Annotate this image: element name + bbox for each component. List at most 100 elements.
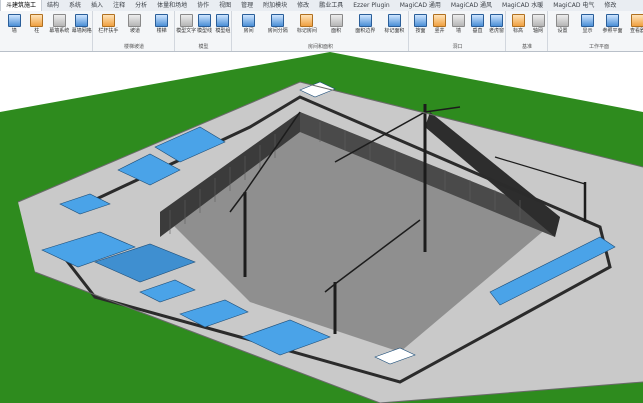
ribbon-tab[interactable]: MagiCAD 通用: [395, 0, 446, 11]
tool-icon: [531, 14, 545, 27]
ribbon-button-label: 显示: [582, 28, 593, 34]
ribbon-button-label: 坡道: [129, 28, 140, 34]
ribbon-button-label: 幕墙系统: [49, 28, 70, 34]
ribbon-button[interactable]: 楼梯: [149, 14, 174, 34]
tool-icon: [471, 14, 484, 27]
ribbon-button[interactable]: 栏杆扶手: [96, 14, 121, 34]
ribbon-button[interactable]: 垂直: [469, 14, 486, 34]
ribbon-tab[interactable]: 体量和场地: [152, 0, 192, 11]
ribbon-group-label: 楼梯坡道: [123, 44, 144, 50]
ribbon-button-label: 房间分隔: [267, 28, 288, 34]
ribbon-group-label: 基准: [521, 44, 532, 50]
ribbon-group-label: 房间和面积: [307, 44, 333, 50]
ribbon-button[interactable]: 房间: [235, 14, 262, 34]
ribbon-tab[interactable]: Ezzer Plugin: [348, 0, 395, 11]
ribbon-button[interactable]: 设置: [551, 14, 574, 34]
ribbon-group: 标高 轴网基准: [507, 11, 548, 51]
tool-icon: [433, 14, 446, 27]
3d-viewport[interactable]: [0, 52, 643, 403]
tool-icon: [631, 14, 643, 27]
tool-icon: [387, 14, 401, 27]
ribbon-button[interactable]: 模型组: [215, 14, 231, 34]
ribbon-button-label: 竖井: [434, 28, 445, 34]
ribbon-button-label: 栏杆扶手: [98, 28, 119, 34]
ribbon-button[interactable]: 参照平面: [601, 14, 624, 34]
ribbon-button-label: 标高: [512, 28, 523, 34]
ribbon-group: 按面 竖井 墙 垂直 老虎窗洞口: [410, 11, 506, 51]
ribbon-button[interactable]: 坡道: [123, 14, 148, 34]
ribbon-tab[interactable]: 斗建筑施工: [0, 0, 43, 11]
ribbon-button-label: 查看器: [629, 28, 643, 34]
ribbon-group-label: 洞口: [452, 44, 463, 50]
ribbon-button-label: 模型文字: [176, 28, 197, 34]
ribbon-tab[interactable]: 修改: [292, 0, 314, 11]
tool-icon: [216, 14, 230, 27]
ribbon-button-label: 按面: [415, 28, 426, 34]
ribbon-button[interactable]: 按面: [412, 14, 429, 34]
tool-icon: [329, 14, 343, 27]
tool-icon: [197, 14, 211, 27]
ribbon-button[interactable]: 墙: [4, 14, 25, 34]
ribbon-tab[interactable]: 注释: [108, 0, 130, 11]
ribbon-group: 模型文字 模型线 模型组模型: [176, 11, 232, 51]
ribbon-button[interactable]: 模型文字: [176, 14, 197, 34]
ribbon-button[interactable]: 标记房间: [293, 14, 320, 34]
ribbon-button[interactable]: 面积边界: [352, 14, 379, 34]
ribbon-button[interactable]: 房间分隔: [264, 14, 291, 34]
ribbon-button[interactable]: 标高: [509, 14, 527, 34]
tool-icon: [7, 14, 21, 27]
tool-icon: [271, 14, 285, 27]
tool-icon: [452, 14, 465, 27]
ribbon-button[interactable]: 柱: [27, 14, 48, 34]
ribbon-button[interactable]: 面积: [323, 14, 350, 34]
tool-icon: [300, 14, 314, 27]
ribbon-button-label: 模型线: [196, 28, 212, 34]
ribbon-group: 栏杆扶手 坡道 楼梯楼梯坡道: [94, 11, 175, 51]
ribbon-button-label: 老虎窗: [488, 28, 504, 34]
ribbon-tab[interactable]: 视图: [214, 0, 236, 11]
ribbon-button-label: 墙: [455, 28, 461, 34]
ribbon-button[interactable]: 墙: [450, 14, 467, 34]
ribbon-tab[interactable]: 协作: [192, 0, 214, 11]
tool-icon: [511, 14, 525, 27]
tool-icon: [556, 14, 569, 27]
ribbon-button-label: 轴网: [532, 28, 543, 34]
ribbon-button[interactable]: 轴网: [529, 14, 547, 34]
ribbon-button[interactable]: 幕墙系统: [49, 14, 70, 34]
tool-icon: [30, 14, 44, 27]
ribbon-button-label: 模型组: [215, 28, 231, 34]
ribbon-tab[interactable]: 系统: [64, 0, 86, 11]
ribbon-button-label: 房间: [243, 28, 254, 34]
ribbon-button[interactable]: 老虎窗: [488, 14, 505, 34]
ribbon-group-label: 模型: [198, 44, 209, 50]
ribbon-tab[interactable]: 分析: [130, 0, 152, 11]
ribbon-button[interactable]: 幕墙网格: [72, 14, 93, 34]
tool-icon: [179, 14, 193, 27]
ribbon-panel: 墙 柱 幕墙系统 幕墙网格 栏杆扶手 坡道 楼梯 楼梯坡道 模型文字 模型线 模型组 模型 房间 房间分隔…: [0, 11, 643, 52]
ribbon-button[interactable]: 竖井: [431, 14, 448, 34]
tool-icon: [242, 14, 256, 27]
ribbon-tab[interactable]: 插入: [86, 0, 108, 11]
ribbon-button-label: 标记面积: [384, 28, 405, 34]
ribbon-button[interactable]: 查看器: [626, 14, 643, 34]
ribbon-tab[interactable]: 管理: [236, 0, 258, 11]
ribbon-tab[interactable]: 附加模块: [258, 0, 292, 11]
ribbon-tab[interactable]: 修改: [599, 0, 621, 11]
ribbon-tab[interactable]: MagiCAD 水暖: [497, 0, 548, 11]
ribbon-tab[interactable]: MagiCAD 电气: [548, 0, 599, 11]
tool-icon: [128, 14, 142, 27]
ribbon-group: 设置 显示 参照平面 查看器工作平面: [549, 11, 643, 51]
ribbon-group-label: 工作平面: [588, 44, 609, 50]
ribbon-tab[interactable]: MagiCAD 通风: [446, 0, 497, 11]
ribbon-button[interactable]: 模型线: [196, 14, 212, 34]
ribbon-tab[interactable]: 结构: [42, 0, 64, 11]
ribbon-button[interactable]: 显示: [576, 14, 599, 34]
ribbon-group: 房间 房间分隔 标记房间 面积 面积边界 标记面积房间和面积: [233, 11, 409, 51]
tool-icon: [358, 14, 372, 27]
tool-icon: [490, 14, 503, 27]
tool-icon: [75, 14, 89, 27]
ribbon-button[interactable]: 标记面积: [381, 14, 408, 34]
ribbon-tab[interactable]: 鹏业工具: [314, 0, 348, 11]
tool-icon: [52, 14, 66, 27]
ribbon-button-label: 柱: [34, 28, 40, 34]
